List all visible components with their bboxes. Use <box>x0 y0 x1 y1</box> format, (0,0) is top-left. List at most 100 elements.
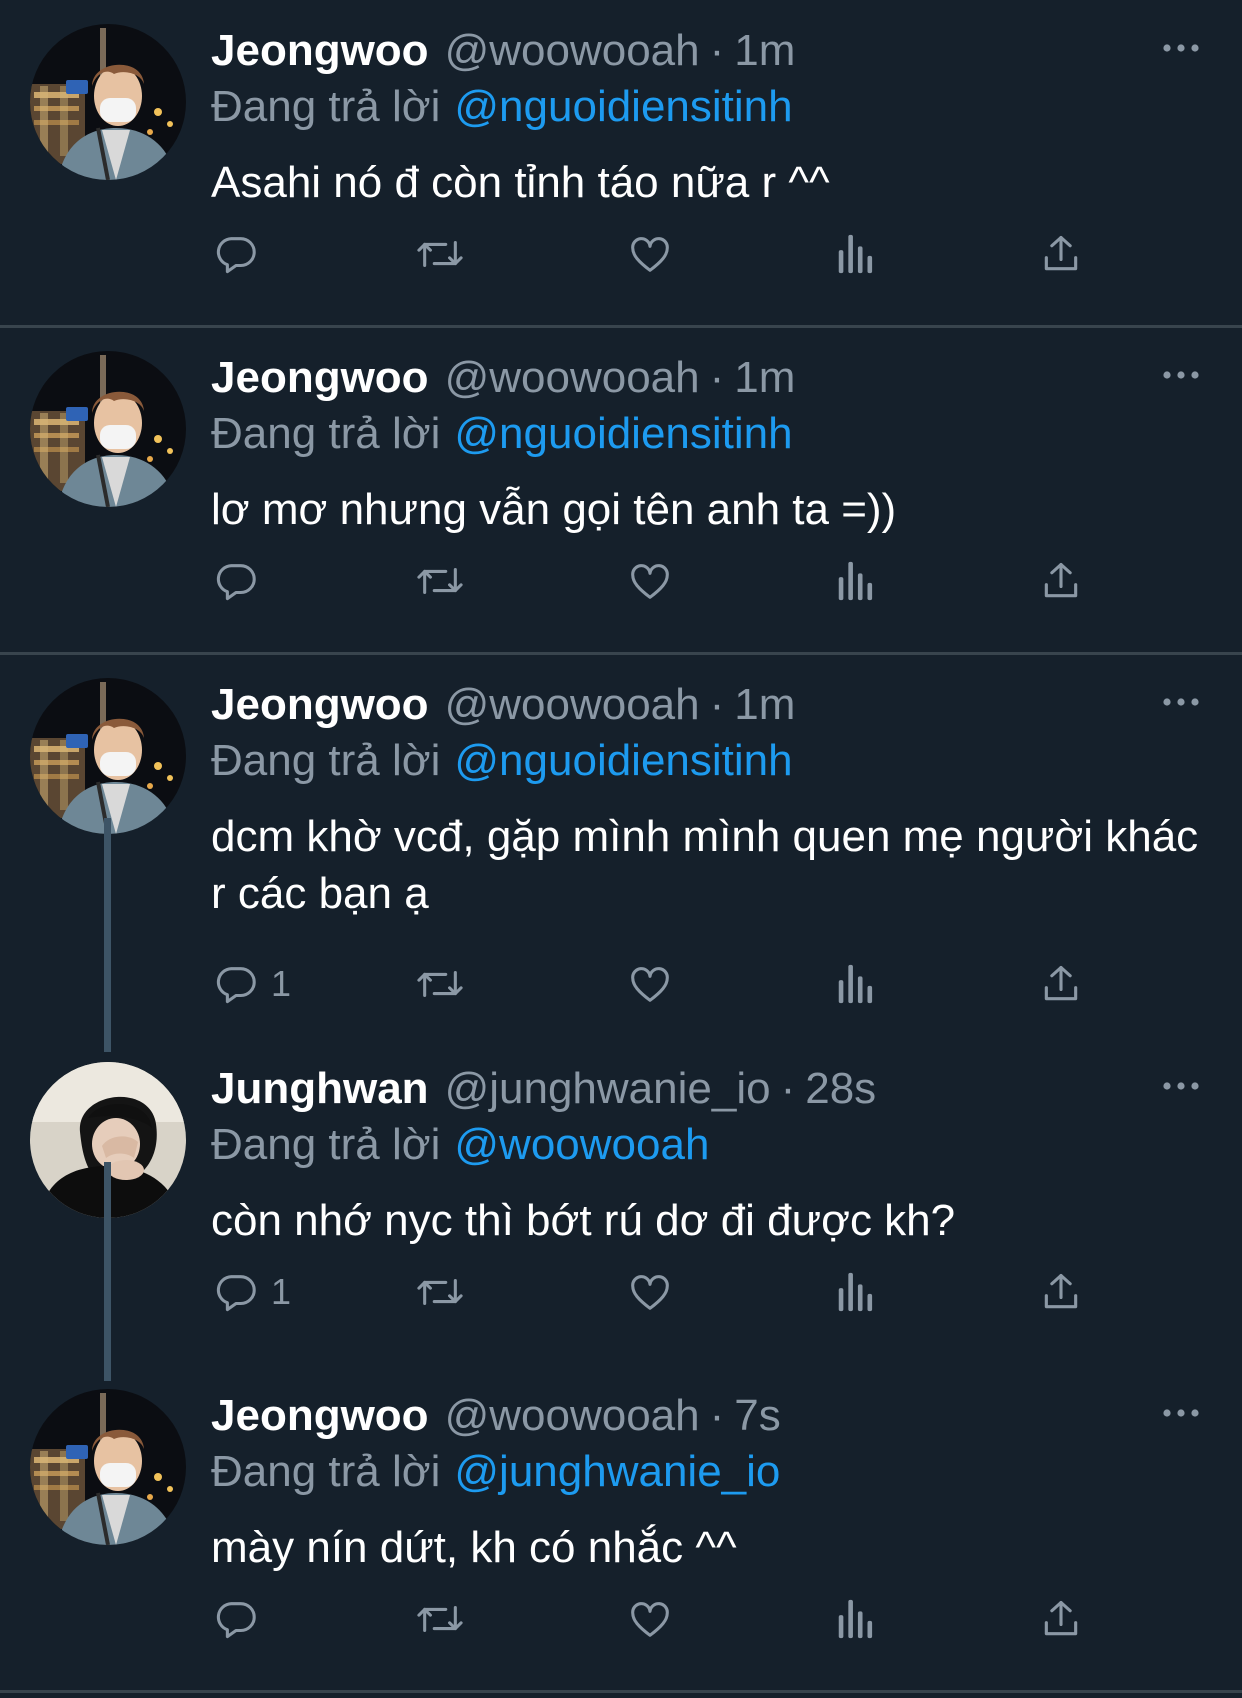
comment-icon <box>213 1596 259 1642</box>
user-handle[interactable]: @woowooah <box>445 1391 700 1441</box>
display-name[interactable]: Jeongwoo <box>211 26 429 76</box>
replying-to-label: Đang trả lời <box>211 1447 441 1496</box>
tweet-actions <box>213 554 1093 608</box>
retweet-button[interactable] <box>413 554 467 608</box>
separator-dot: · <box>709 353 725 402</box>
share-button[interactable] <box>1039 1265 1083 1319</box>
share-icon <box>1039 231 1083 277</box>
tweet-header: Jeongwoo @woowooah · 7s <box>211 1391 781 1447</box>
replying-to: Đang trả lời @woowooah <box>211 1120 709 1170</box>
timestamp[interactable]: 1m <box>734 26 795 76</box>
retweet-icon <box>413 558 467 604</box>
tweet-text: còn nhớ nyc thì bớt rú dơ đi được kh? <box>211 1196 956 1245</box>
analytics-icon <box>836 1269 876 1315</box>
analytics-icon <box>836 1596 876 1642</box>
tweet-header: Jeongwoo @woowooah · 1m <box>211 680 795 736</box>
comment-icon <box>213 1269 259 1315</box>
share-button[interactable] <box>1039 227 1083 281</box>
user-handle[interactable]: @woowooah <box>445 26 700 76</box>
tweet-text: lơ mơ nhưng vẫn gọi tên anh ta =)) <box>211 485 897 534</box>
tweet-text: dcm khờ vcđ, gặp mình mình quen mẹ người… <box>211 812 1199 918</box>
retweet-button[interactable] <box>413 1592 467 1646</box>
replying-to-label: Đang trả lời <box>211 1120 441 1169</box>
views-button[interactable] <box>836 227 876 281</box>
tweet-actions: 1 <box>213 1265 1093 1319</box>
display-name[interactable]: Jeongwoo <box>211 680 429 730</box>
like-button[interactable] <box>626 1265 674 1319</box>
like-button[interactable] <box>626 1592 674 1646</box>
replying-to-label: Đang trả lời <box>211 82 441 131</box>
timestamp[interactable]: 28s <box>805 1064 876 1114</box>
more-icon[interactable] <box>1162 40 1200 56</box>
timestamp[interactable]: 7s <box>734 1391 780 1441</box>
replying-to: Đang trả lời @nguoidiensitinh <box>211 409 793 459</box>
separator-dot: · <box>780 1064 796 1113</box>
comment-icon <box>213 231 259 277</box>
views-button[interactable] <box>836 1592 876 1646</box>
share-icon <box>1039 1596 1083 1642</box>
tweet-actions: 1 <box>213 957 1093 1011</box>
share-button[interactable] <box>1039 957 1083 1011</box>
mention-link[interactable]: @nguoidiensitinh <box>454 409 792 458</box>
reply-button[interactable] <box>213 554 271 608</box>
more-icon[interactable] <box>1162 1078 1200 1094</box>
tweet-divider <box>0 325 1242 328</box>
avatar[interactable] <box>30 678 186 834</box>
avatar[interactable] <box>30 24 186 180</box>
more-icon[interactable] <box>1162 367 1200 383</box>
heart-icon <box>626 1596 674 1642</box>
tweet-header: Junghwan @junghwanie_io · 28s <box>211 1064 876 1120</box>
like-button[interactable] <box>626 227 674 281</box>
user-handle[interactable]: @junghwanie_io <box>445 1064 771 1114</box>
display-name[interactable]: Jeongwoo <box>211 1391 429 1441</box>
reply-button[interactable]: 1 <box>213 1265 291 1319</box>
reply-button[interactable] <box>213 227 271 281</box>
retweet-icon <box>413 961 467 1007</box>
replying-to: Đang trả lời @nguoidiensitinh <box>211 736 793 786</box>
share-button[interactable] <box>1039 554 1083 608</box>
heart-icon <box>626 1269 674 1315</box>
replying-to-label: Đang trả lời <box>211 736 441 785</box>
analytics-icon <box>836 231 876 277</box>
reply-button[interactable]: 1 <box>213 957 291 1011</box>
thread-line <box>104 1162 111 1381</box>
separator-dot: · <box>709 1391 725 1440</box>
avatar[interactable] <box>30 1389 186 1545</box>
tweet-divider <box>0 652 1242 655</box>
share-icon <box>1039 558 1083 604</box>
display-name[interactable]: Junghwan <box>211 1064 429 1114</box>
separator-dot: · <box>709 26 725 75</box>
more-icon[interactable] <box>1162 694 1200 710</box>
more-icon[interactable] <box>1162 1405 1200 1421</box>
mention-link[interactable]: @junghwanie_io <box>454 1447 780 1496</box>
mention-link[interactable]: @nguoidiensitinh <box>454 82 792 131</box>
like-button[interactable] <box>626 554 674 608</box>
like-button[interactable] <box>626 957 674 1011</box>
share-icon <box>1039 1269 1083 1315</box>
separator-dot: · <box>709 680 725 729</box>
retweet-icon <box>413 1269 467 1315</box>
timestamp[interactable]: 1m <box>734 680 795 730</box>
timestamp[interactable]: 1m <box>734 353 795 403</box>
retweet-button[interactable] <box>413 1265 467 1319</box>
retweet-button[interactable] <box>413 227 467 281</box>
user-handle[interactable]: @woowooah <box>445 353 700 403</box>
views-button[interactable] <box>836 1265 876 1319</box>
mention-link[interactable]: @nguoidiensitinh <box>454 736 792 785</box>
retweet-icon <box>413 231 467 277</box>
thread-line <box>104 818 111 1052</box>
comment-icon <box>213 961 259 1007</box>
views-button[interactable] <box>836 957 876 1011</box>
replying-to: Đang trả lời @nguoidiensitinh <box>211 82 793 132</box>
mention-link[interactable]: @woowooah <box>454 1120 709 1169</box>
replying-to-label: Đang trả lời <box>211 409 441 458</box>
reply-button[interactable] <box>213 1592 271 1646</box>
avatar[interactable] <box>30 351 186 507</box>
comment-icon <box>213 558 259 604</box>
display-name[interactable]: Jeongwoo <box>211 353 429 403</box>
retweet-button[interactable] <box>413 957 467 1011</box>
views-button[interactable] <box>836 554 876 608</box>
retweet-icon <box>413 1596 467 1642</box>
share-button[interactable] <box>1039 1592 1083 1646</box>
user-handle[interactable]: @woowooah <box>445 680 700 730</box>
